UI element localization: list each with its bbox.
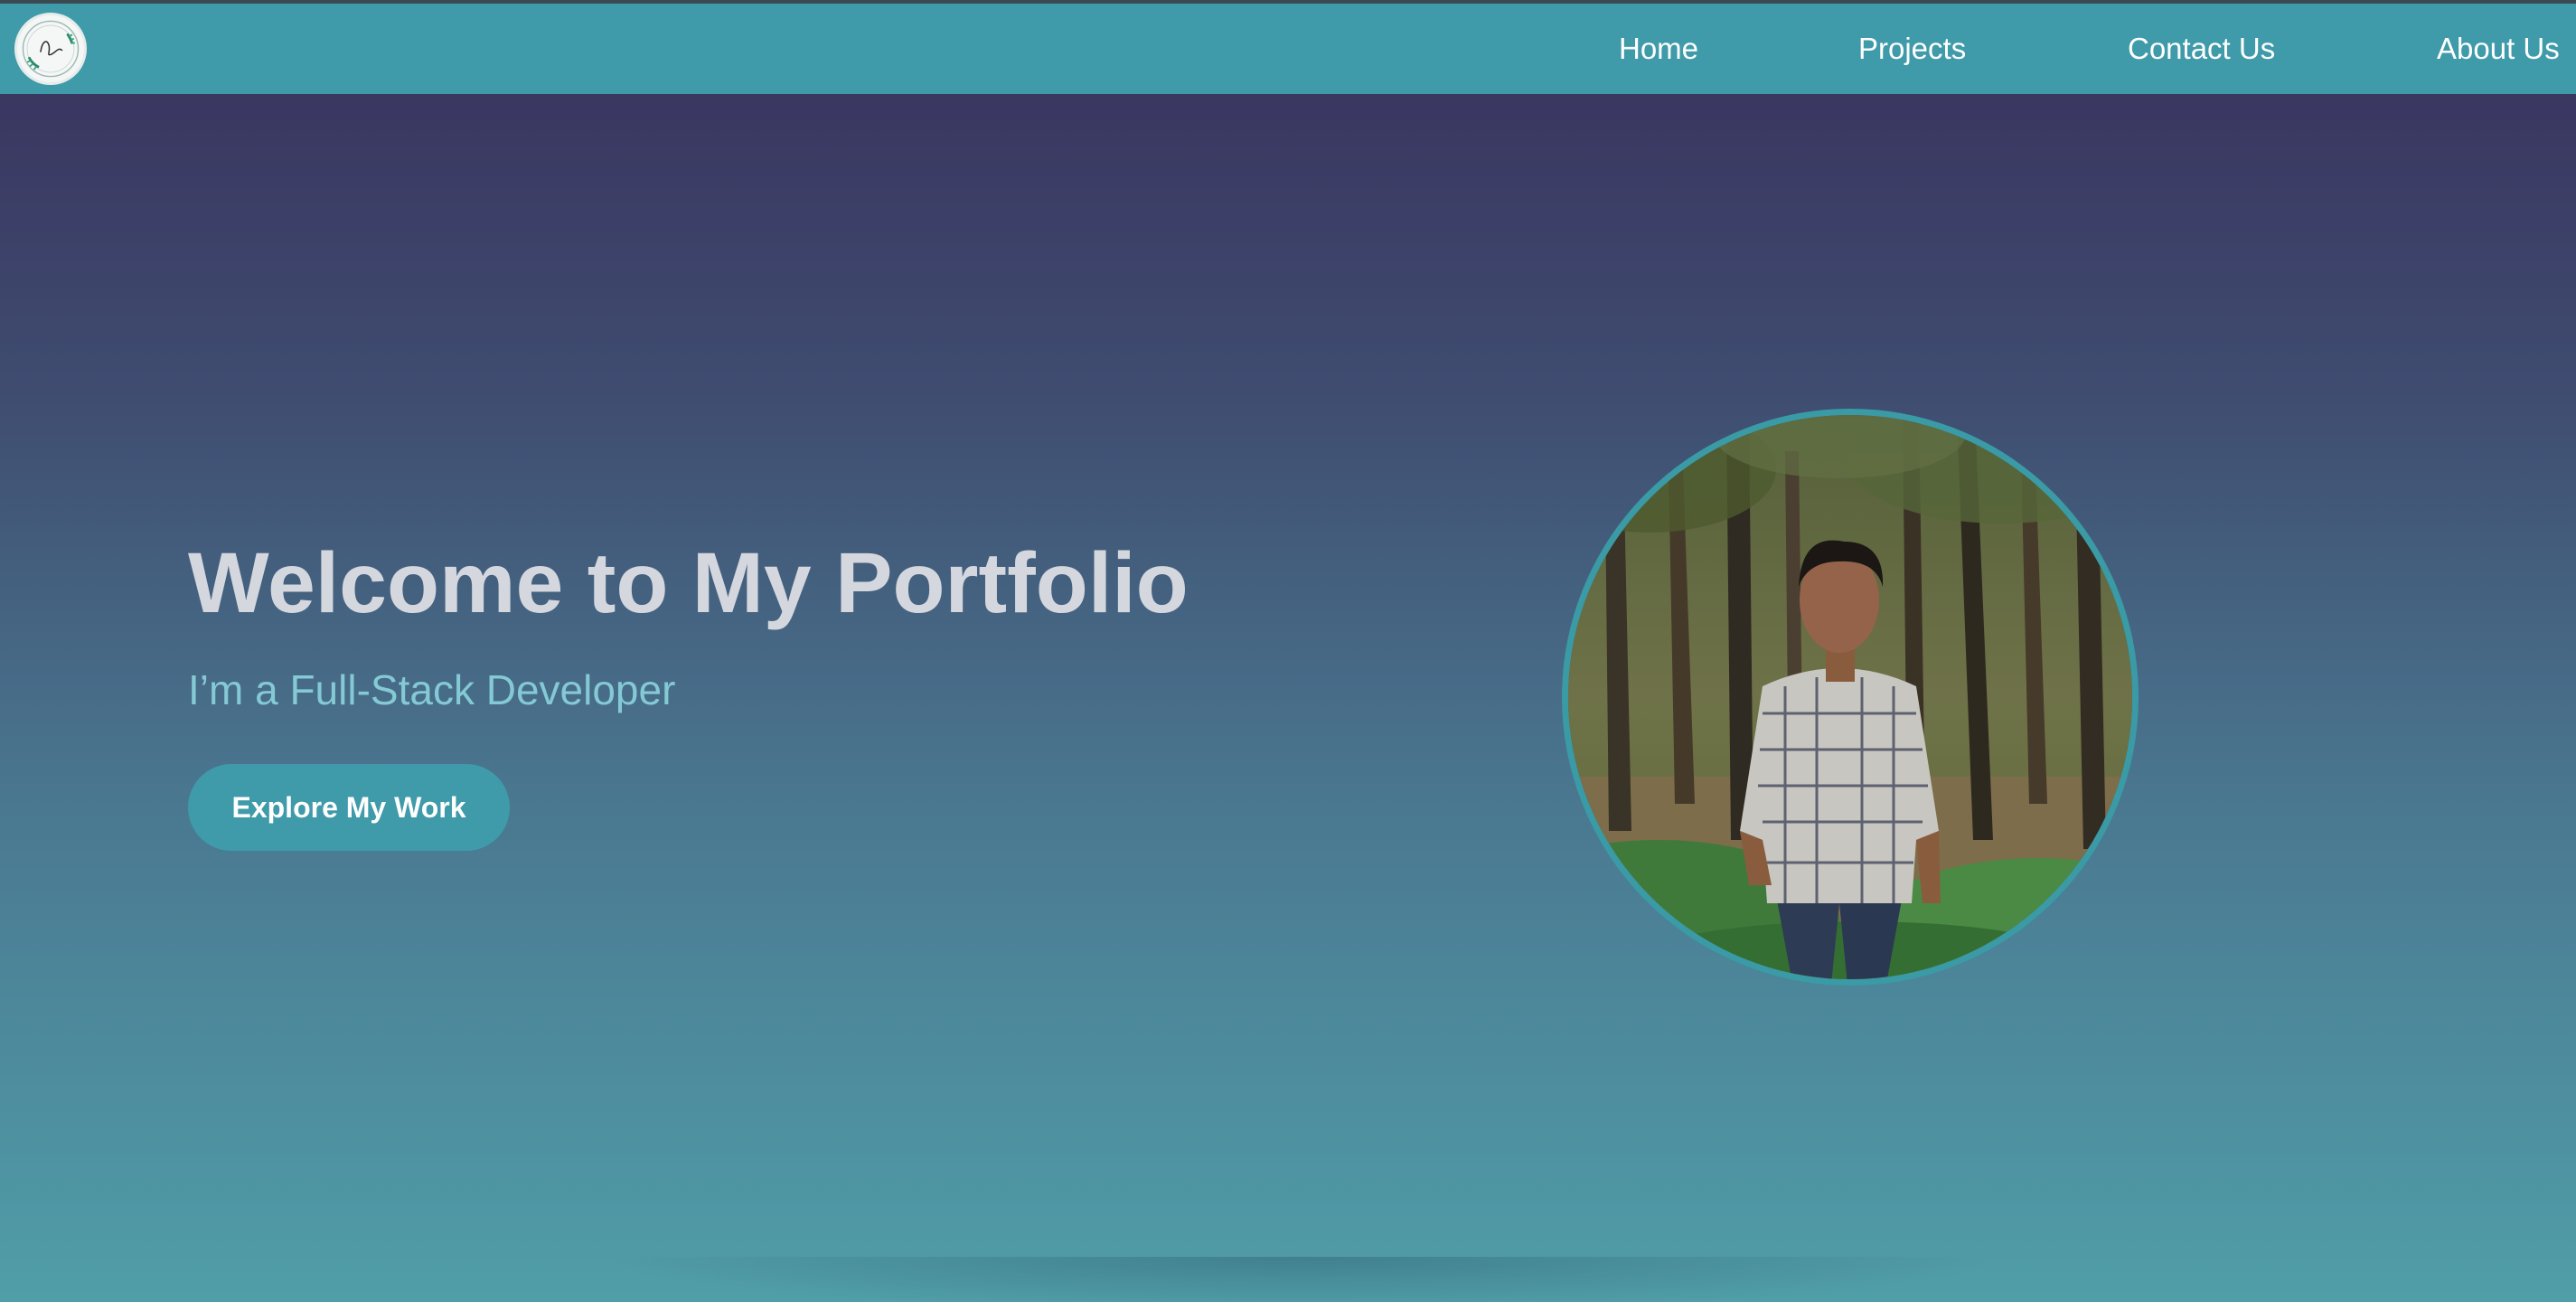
nav-link-contact-us[interactable]: Contact Us [2128,31,2275,67]
bottom-section-shadow [597,1257,2007,1302]
explore-my-work-button[interactable]: Explore My Work [188,764,510,851]
logo-icon[interactable] [14,13,87,85]
profile-photo [1562,409,2139,986]
nav-link-about-us[interactable]: About Us [2437,31,2560,67]
nav-link-projects[interactable]: Projects [1858,31,1966,67]
hero-subtitle: I’m a Full-Stack Developer [188,666,676,713]
portfolio-page: Home Projects Contact Us About Us Welcom… [0,0,2576,1302]
top-navbar: Home Projects Contact Us About Us [0,4,2576,94]
hero-title: Welcome to My Portfolio [188,535,1189,631]
nav-link-home[interactable]: Home [1619,31,1698,67]
